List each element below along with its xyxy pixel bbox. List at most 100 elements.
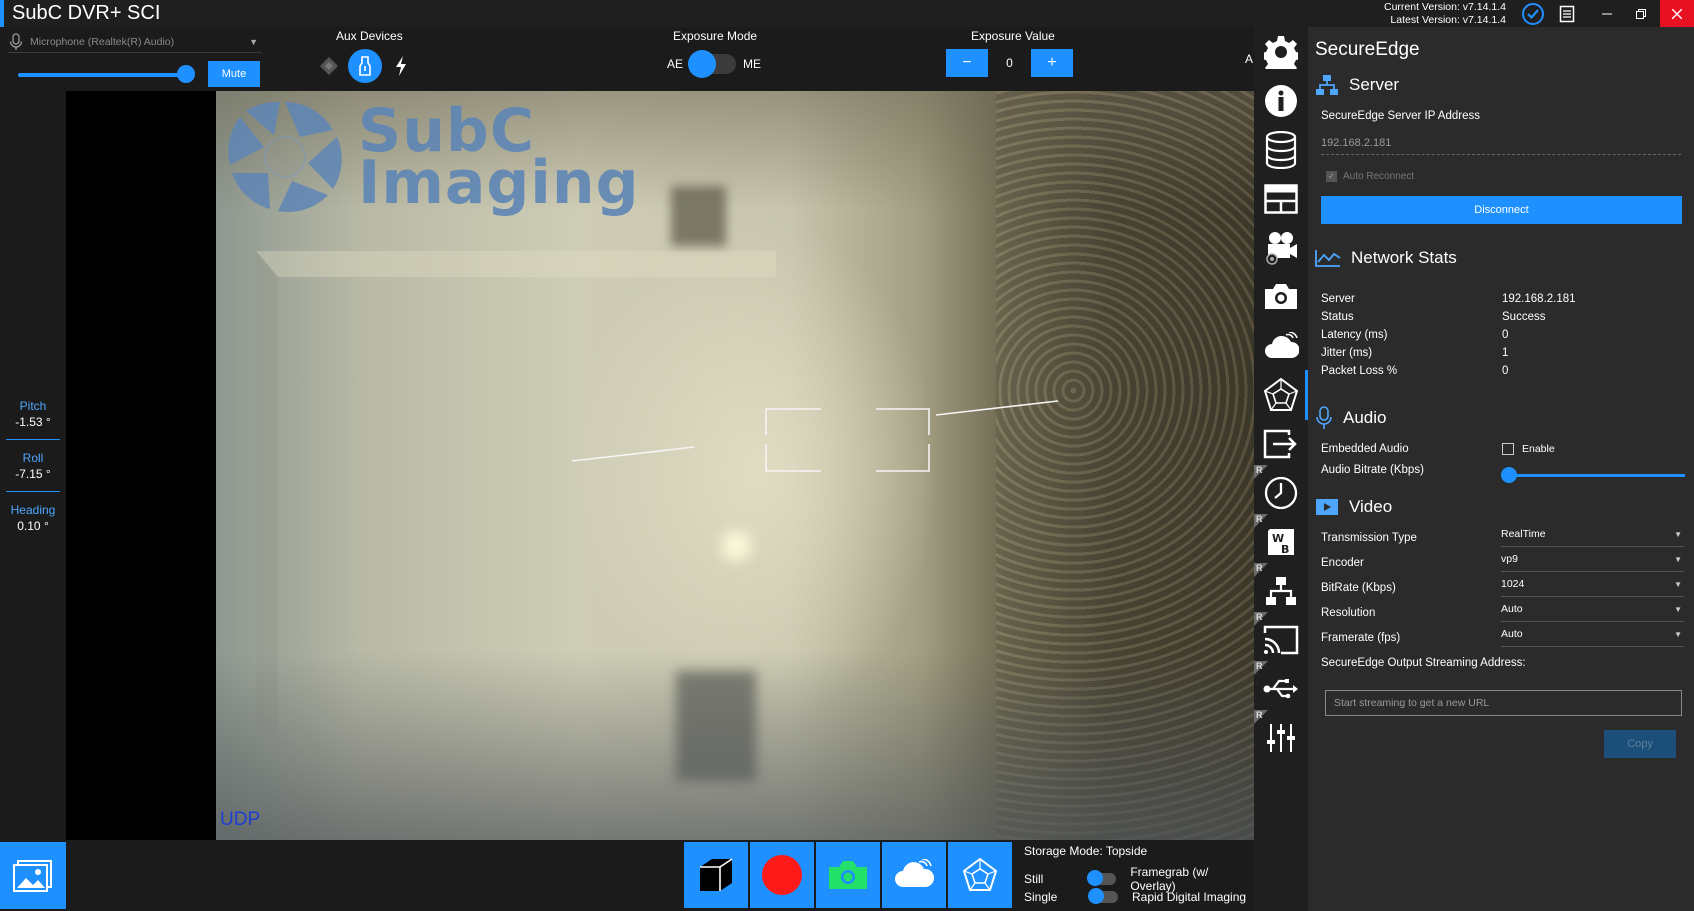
chevron-down-icon: ▼ — [1674, 605, 1682, 614]
audio-heading: Audio — [1343, 408, 1387, 427]
ae-label: AE — [667, 57, 684, 71]
auto-reconnect-checkbox[interactable]: ✓ Auto Reconnect — [1326, 171, 1414, 182]
record-button[interactable] — [750, 842, 814, 908]
cloud-icon[interactable] — [1254, 321, 1308, 371]
current-version: Current Version: v7.14.1.4 — [1384, 1, 1506, 13]
update-check-icon[interactable] — [1516, 0, 1550, 27]
top-controls: Microphone (Realtek(R) Audio) ▼ Mute Aux… — [0, 27, 1254, 91]
select-value: Auto — [1501, 628, 1523, 640]
database-icon[interactable] — [1254, 125, 1308, 175]
field-label: BitRate (Kbps) — [1321, 582, 1396, 594]
audio-bitrate-slider[interactable] — [1505, 474, 1685, 477]
strobe-icon[interactable] — [390, 55, 412, 77]
heading-value: 0.10 ° — [17, 519, 49, 533]
roll-label: Roll — [22, 451, 44, 465]
still-mode-row: Still Framegrab (w/ Overlay) — [1024, 865, 1254, 893]
network-stats-heading: Network Stats — [1351, 248, 1457, 267]
stat-value: 0 — [1502, 329, 1509, 341]
cube-icon — [700, 858, 733, 891]
exposure-mode-toggle-thumb[interactable] — [688, 50, 716, 78]
gallery-icon — [13, 859, 52, 892]
pitch-readout: Pitch -1.53 ° — [0, 399, 66, 429]
roll-readout: Roll -7.15 ° — [0, 451, 66, 481]
attitude-reticle — [571, 400, 1059, 472]
cast-icon[interactable] — [1254, 615, 1308, 665]
single-mode-toggle[interactable] — [1088, 888, 1118, 904]
disconnect-button[interactable]: Disconnect — [1321, 196, 1682, 224]
secureedge-panel: SecureEdge Server SecureEdge Server IP A… — [1308, 27, 1694, 911]
notes-icon[interactable] — [1550, 0, 1584, 27]
network-icon[interactable] — [1254, 566, 1308, 616]
select-value: 1024 — [1501, 578, 1525, 590]
encoder-select[interactable]: vp9 ▼ — [1501, 550, 1684, 572]
field-label: Framerate (fps) — [1321, 632, 1401, 644]
cloud-upload-button[interactable] — [882, 842, 946, 908]
still-label: Still — [1024, 872, 1044, 886]
title-accent — [0, 0, 4, 27]
still-mode-toggle[interactable] — [1086, 870, 1117, 886]
exposure-increase-button[interactable]: + — [1031, 49, 1073, 77]
volume-slider-thumb[interactable] — [177, 65, 195, 83]
stat-label: Server — [1321, 293, 1355, 305]
transmission-type-select[interactable]: RealTime ▼ — [1501, 525, 1684, 547]
auto-reconnect-label: Auto Reconnect — [1343, 171, 1415, 182]
bitrate-select[interactable]: 1024 ▼ — [1501, 575, 1684, 597]
divider — [6, 439, 60, 440]
record-icon — [762, 855, 802, 895]
embedded-audio-label: Embedded Audio — [1321, 443, 1409, 455]
resolution-select[interactable]: Auto ▼ — [1501, 600, 1684, 622]
storage-mode: Storage Mode: Topside — [1024, 844, 1148, 858]
lamp-icon[interactable] — [348, 49, 382, 83]
cloud-icon — [895, 859, 935, 887]
version-info: Current Version: v7.14.1.4 Latest Versio… — [1384, 1, 1506, 27]
divider — [6, 491, 60, 492]
secureedge-button[interactable] — [948, 842, 1012, 908]
audio-bitrate-thumb[interactable] — [1501, 467, 1517, 483]
snapshot-button[interactable] — [816, 842, 880, 908]
title-bar: SubC DVR+ SCI Current Version: v7.14.1.4… — [0, 0, 1694, 27]
info-icon[interactable] — [1254, 76, 1308, 126]
secureedge-icon — [962, 857, 998, 891]
chevron-down-icon: ▼ — [1674, 630, 1682, 639]
stat-label: Latency (ms) — [1321, 329, 1388, 341]
exposure-decrease-button[interactable]: − — [946, 49, 988, 77]
live-video-feed[interactable]: SubC Imaging UDP — [216, 91, 1254, 840]
enable-audio-checkbox[interactable]: Enable — [1502, 443, 1555, 455]
chevron-down-icon: ▼ — [1674, 530, 1682, 539]
line-chart-icon — [1315, 250, 1341, 267]
close-button[interactable] — [1660, 0, 1694, 27]
layout-icon[interactable] — [1254, 174, 1308, 224]
restore-button[interactable] — [1624, 0, 1658, 27]
stat-label: Packet Loss % — [1321, 365, 1398, 377]
volume-slider-track[interactable] — [18, 73, 188, 77]
select-value: RealTime — [1501, 528, 1546, 540]
stat-value: 0 — [1502, 365, 1509, 377]
laser-diamond-icon[interactable] — [318, 55, 340, 77]
white-balance-icon[interactable]: WB — [1254, 517, 1308, 567]
single-mode-row: Single Rapid Digital Imaging — [1024, 888, 1246, 904]
clock-icon[interactable] — [1254, 468, 1308, 518]
camera-icon — [829, 861, 867, 889]
streaming-url-field[interactable]: Start streaming to get a new URL — [1325, 690, 1682, 716]
single-label: Single — [1024, 890, 1058, 904]
minimize-button[interactable] — [1590, 0, 1624, 27]
server-ip-field[interactable]: 192.168.2.181 — [1321, 133, 1681, 155]
camera-icon[interactable] — [1254, 272, 1308, 322]
select-value: vp9 — [1501, 553, 1518, 565]
stat-value: Success — [1502, 311, 1546, 323]
3d-capture-button[interactable] — [684, 842, 748, 908]
microphone-select[interactable]: Microphone (Realtek(R) Audio) ▼ — [8, 31, 262, 53]
secureedge-icon[interactable] — [1254, 370, 1308, 420]
camera-settings-icon[interactable] — [1254, 223, 1308, 273]
export-icon[interactable] — [1254, 419, 1308, 469]
usb-icon[interactable] — [1254, 664, 1308, 714]
roll-value: -7.15 ° — [15, 467, 51, 481]
sliders-icon[interactable] — [1254, 713, 1308, 763]
output-address-label: SecureEdge Output Streaming Address: — [1321, 657, 1526, 669]
gear-icon[interactable] — [1254, 27, 1308, 77]
framerate-select[interactable]: Auto ▼ — [1501, 625, 1684, 647]
copy-button[interactable]: Copy — [1604, 730, 1676, 758]
gallery-button[interactable] — [0, 842, 66, 909]
clipped-label: A — [1245, 52, 1254, 66]
mute-button[interactable]: Mute — [208, 61, 260, 87]
